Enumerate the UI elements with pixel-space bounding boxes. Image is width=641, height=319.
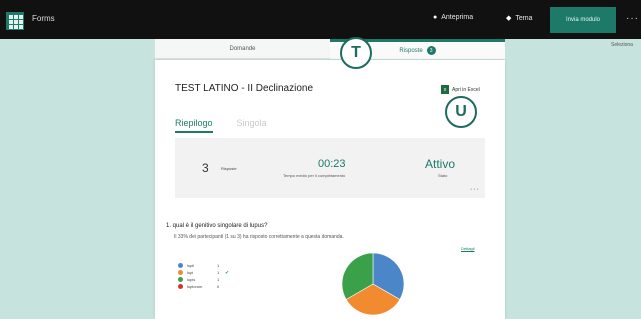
theme-button[interactable]: ◆ Tema (506, 14, 533, 23)
legend-item: lupis 1 (178, 276, 229, 283)
form-title: TEST LATINO - II Declinazione (175, 83, 314, 94)
tab-responses-label: Risposte (399, 47, 423, 54)
app-top-bar: Forms ● Anteprima ◆ Tema Invia modulo ··… (0, 0, 641, 39)
legend-label: lupis (187, 277, 196, 282)
select-label[interactable]: Seleziona (611, 42, 633, 48)
response-view-tabs: Riepilogo Singola (175, 118, 267, 133)
legend-item: lupii 1 (178, 262, 229, 269)
palette-icon: ◆ (506, 15, 512, 22)
theme-label: Tema (515, 14, 533, 22)
tab-summary[interactable]: Riepilogo (175, 118, 213, 133)
legend-count: 1 (217, 277, 220, 282)
open-in-excel-button[interactable]: x Apri in Excel (441, 85, 480, 94)
response-count: 3 (202, 161, 209, 175)
legend-label: lupii (187, 263, 195, 268)
legend-swatch (178, 270, 183, 275)
legend-item: lupi 1 ✔ (178, 269, 229, 276)
legend-count: 0 (217, 284, 220, 289)
tab-individual[interactable]: Singola (237, 118, 267, 133)
legend-count: 1 (217, 263, 220, 268)
legend-swatch (178, 263, 183, 268)
chart-legend: lupii 1 lupi 1 ✔ lupis 1 lupiorum 0 (178, 262, 229, 290)
average-time: 00:23 (318, 158, 346, 170)
correct-answer-icon: ✔ (225, 269, 230, 276)
legend-swatch (178, 284, 183, 289)
response-count-badge: 3 (426, 46, 436, 55)
preview-button[interactable]: ● Anteprima (433, 14, 473, 21)
question-title: 1. qual è il genitivo singolare di lupus… (166, 223, 268, 229)
details-link[interactable]: Dettagli (461, 246, 475, 251)
legend-count: 1 (217, 270, 220, 275)
app-launcher-icon[interactable] (6, 12, 24, 30)
legend-swatch (178, 277, 183, 282)
marker-u: U (445, 96, 477, 128)
send-form-button[interactable]: Invia modulo (550, 7, 616, 33)
stats-more-icon[interactable]: ··· (470, 186, 480, 193)
form-tabs: Domande Risposte 3 (155, 39, 505, 59)
legend-label: lupiorum (187, 284, 203, 289)
tab-questions[interactable]: Domande (155, 39, 330, 59)
response-count-label: Risposte (221, 166, 237, 171)
legend-item: lupiorum 0 (178, 283, 229, 290)
form-status: Attivo (425, 157, 456, 171)
tab-questions-label: Domande (229, 45, 256, 52)
average-time-label: Tempo medio per il completamento (283, 173, 346, 178)
eye-icon: ● (433, 14, 438, 21)
excel-label: Apri in Excel (452, 86, 480, 93)
answers-pie-chart (341, 252, 405, 316)
app-name[interactable]: Forms (32, 14, 55, 23)
stats-panel: 3 Risposte 00:23 Tempo medio per il comp… (175, 138, 485, 198)
more-options-icon[interactable]: ··· (626, 13, 639, 24)
excel-icon: x (441, 85, 449, 94)
marker-t: T (340, 37, 372, 69)
legend-label: lupi (187, 270, 194, 275)
preview-label: Anteprima (441, 14, 474, 21)
question-summary: Il 33% dei partecipanti (1 su 3) ha risp… (174, 234, 344, 240)
form-status-label: Stato (438, 173, 448, 178)
